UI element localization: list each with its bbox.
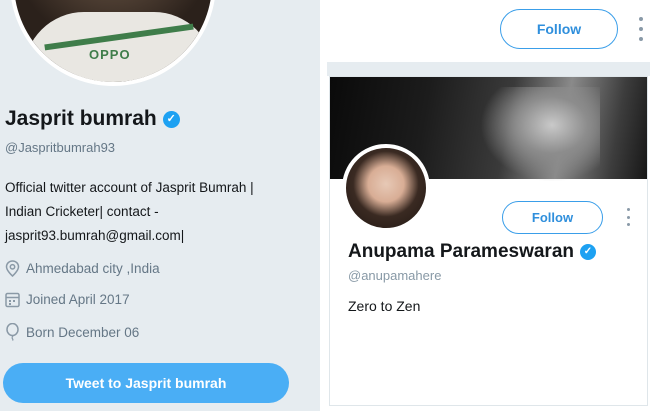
profile-name-row: Jasprit bumrah ✓ xyxy=(5,107,180,131)
stream-gap xyxy=(327,62,650,76)
avatar[interactable] xyxy=(342,144,430,232)
profile-photo[interactable]: OPPO xyxy=(10,0,216,86)
panel-divider xyxy=(320,0,327,411)
top-action-strip: Follow xyxy=(327,0,650,62)
profile-name[interactable]: Anupama Parameswaran xyxy=(348,241,574,263)
bio-line[interactable]: jasprit93.bumrah@gmail.com| xyxy=(5,224,305,248)
follow-button[interactable]: Follow xyxy=(502,201,603,234)
location-pin-icon xyxy=(5,260,20,277)
profile-handle: @Jaspritbumrah93 xyxy=(5,140,116,155)
balloon-icon xyxy=(6,323,19,341)
profile-name-row: Anupama Parameswaran ✓ xyxy=(348,241,596,263)
profile-handle[interactable]: @anupamahere xyxy=(348,268,441,283)
location-text: Ahmedabad city ,India xyxy=(26,261,160,276)
more-options-icon[interactable] xyxy=(625,208,631,226)
more-options-icon[interactable] xyxy=(637,17,645,41)
verified-icon: ✓ xyxy=(162,110,180,128)
bio-line: Indian Cricketer| contact - xyxy=(5,204,159,219)
right-profile-panel: Follow Follow Anupama Parameswaran ✓ @an… xyxy=(327,0,650,411)
profile-joined: Joined April 2017 xyxy=(5,291,130,308)
profile-born: Born December 06 xyxy=(5,323,139,341)
photo-sponsor-logo: OPPO xyxy=(89,47,131,62)
profile-card[interactable]: Follow Anupama Parameswaran ✓ @anupamahe… xyxy=(329,76,648,406)
profile-location: Ahmedabad city ,India xyxy=(5,260,160,277)
profile-bio: Zero to Zen xyxy=(348,298,421,314)
banner-figure xyxy=(480,87,600,182)
profile-name: Jasprit bumrah xyxy=(5,107,157,130)
follow-button-top[interactable]: Follow xyxy=(500,9,618,49)
born-text: Born December 06 xyxy=(26,324,140,340)
verified-icon: ✓ xyxy=(580,244,596,260)
bio-line: Official twitter account of Jasprit Bumr… xyxy=(5,180,254,195)
profile-bio: Official twitter account of Jasprit Bumr… xyxy=(5,176,305,248)
calendar-icon xyxy=(5,292,20,308)
joined-text: Joined April 2017 xyxy=(26,292,130,307)
left-profile-panel: OPPO Jasprit bumrah ✓ @Jaspritbumrah93 O… xyxy=(0,0,320,411)
tweet-to-button[interactable]: Tweet to Jasprit bumrah xyxy=(3,363,289,403)
